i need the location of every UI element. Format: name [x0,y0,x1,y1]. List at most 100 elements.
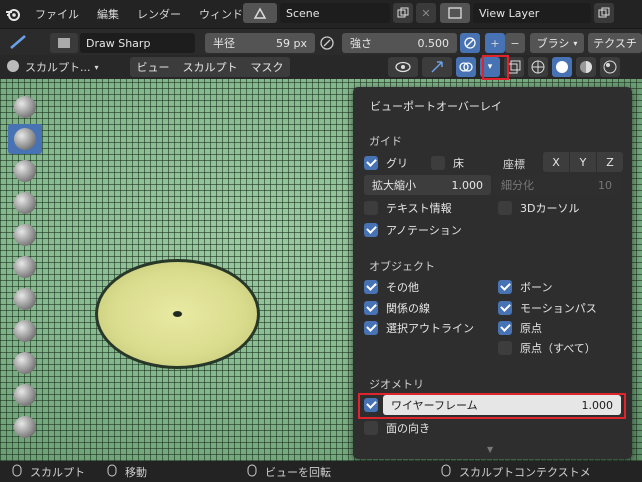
extras-checkbox[interactable]: その他 [364,279,419,295]
subdiv-label: 細分化 [501,179,534,192]
axis-x-toggle[interactable]: X [543,152,569,172]
scene-selector-icon[interactable] [243,3,277,23]
status-context-menu-text: スカルプトコンテクストメ [459,465,591,479]
menu-render[interactable]: レンダー [128,6,190,22]
mouse-left-icon [12,464,22,480]
face-orientation-checkbox[interactable]: 面の向き [364,420,430,436]
axis-z-toggle[interactable]: Z [597,152,623,172]
axis-y-toggle[interactable]: Y [570,152,596,172]
origins-label: 原点 [520,322,542,335]
copy-view-layer-icon[interactable] [594,3,614,23]
annotations-checkbox[interactable]: アノテーション [364,222,462,238]
tool-layer-icon[interactable] [8,220,42,250]
floor-label: 床 [453,157,464,170]
radius-slider[interactable]: 半径 59 px [205,33,315,53]
scene-name-field[interactable]: Scene [280,3,390,23]
gizmo-icon[interactable] [422,57,452,77]
blender-logo-icon[interactable] [0,6,26,22]
outline-selected-checkbox[interactable]: 選択アウトライン [364,320,474,336]
tool-smooth-icon[interactable] [8,348,42,378]
bones-checkbox[interactable]: ボーン [498,279,552,295]
tool-inflate-icon[interactable] [8,252,42,282]
viewport-overlays-popover: ビューポートオーバーレイ ガイド グリ 床 座標 X Y Z 拡大縮小 1.00… [353,87,632,459]
add-mode-button[interactable]: + [485,33,505,53]
strength-label: 強さ [350,37,372,50]
tool-draw-icon[interactable] [8,92,42,122]
material-shading-icon[interactable] [576,57,596,77]
strength-slider[interactable]: 強さ 0.500 [342,33,457,53]
brush-name-field[interactable]: Draw Sharp [80,33,195,53]
mouse-right-icon [247,464,257,480]
brush-preview-icon[interactable] [50,33,78,53]
origins-checkbox[interactable]: 原点 [498,320,542,336]
status-left-text: スカルプト [30,465,85,479]
menu-view[interactable]: ビュー [137,59,170,75]
overlays-toggle-icon[interactable] [456,57,476,77]
subdiv-value: 10 [598,178,612,192]
tool-flatten-icon[interactable] [8,380,42,410]
scroll-down-icon[interactable]: ▼ [487,445,493,454]
strength-value: 0.500 [417,36,450,50]
scale-label: 拡大縮小 [372,179,416,192]
mode-label: スカルプト... [25,61,91,74]
status-move-text: 移動 [125,465,147,479]
xray-icon[interactable] [504,57,524,77]
radius-value: 59 px [276,36,307,50]
subtract-mode-button[interactable]: − [505,33,525,53]
objects-heading: オブジェクト [369,260,435,273]
overlays-dropdown-chevron-icon[interactable]: ▾ [480,57,500,77]
scale-value: 1.000 [451,178,484,192]
relationship-lines-checkbox[interactable]: 関係の線 [364,300,430,316]
wireframe-threshold-field[interactable]: ワイヤーフレーム 1.000 [383,395,621,415]
geometry-heading: ジオメトリ [369,378,424,391]
rendered-shading-icon[interactable] [600,57,620,77]
mouse-middle-icon [107,464,117,480]
menu-sculpt[interactable]: スカルプト [183,59,238,75]
view-layer-icon[interactable] [440,3,470,23]
menu-mask[interactable]: マスク [251,59,284,75]
brush-tool-icon[interactable] [8,33,28,54]
tool-clay-strips-icon[interactable] [8,188,42,218]
menu-edit[interactable]: 編集 [88,6,128,22]
view-layer-field[interactable]: View Layer [473,3,591,23]
tool-blob-icon[interactable] [8,284,42,314]
popover-title: ビューポートオーバーレイ [370,100,502,113]
3d-cursor-label: 3Dカーソル [520,202,580,215]
bones-label: ボーン [520,281,553,294]
model-eye [95,259,260,369]
brush-menu[interactable]: ブラシ ▾ [530,33,584,53]
mode-selector[interactable]: スカルプト... ▾ [6,57,99,77]
grid-subdivisions-field[interactable]: 細分化 10 [493,175,620,195]
extras-label: その他 [386,281,419,294]
motion-paths-label: モーションパス [520,302,597,315]
menu-file[interactable]: ファイル [26,6,88,22]
tool-clay-icon[interactable] [8,156,42,186]
pressure-icon[interactable] [319,35,335,54]
top-menu-bar: ファイル 編集 レンダー ウィンド Scene ✕ View Layer [0,0,642,28]
guides-heading: ガイド [369,135,402,148]
tool-fill-icon[interactable] [8,412,42,442]
motion-paths-checkbox[interactable]: モーションパス [498,300,597,316]
tool-draw-sharp-icon[interactable] [8,124,42,154]
strength-pressure-icon[interactable] [460,33,480,53]
viewport-header: スカルプト... ▾ ビュー スカルプト マスク ▾ [0,55,642,79]
tool-crease-icon[interactable] [8,316,42,346]
floor-checkbox[interactable]: 床 [431,155,464,171]
copy-scene-icon[interactable] [393,3,413,23]
text-info-label: テキスト情報 [386,202,452,215]
solid-shading-icon[interactable] [552,57,572,77]
mouse-icon-right [441,464,451,480]
face-orientation-label: 面の向き [386,422,430,435]
close-scene-icon[interactable]: ✕ [416,3,436,23]
radius-label: 半径 [213,37,235,50]
text-info-checkbox[interactable]: テキスト情報 [364,200,452,216]
visibility-eye-icon[interactable] [388,57,418,77]
3d-cursor-checkbox[interactable]: 3Dカーソル [498,200,579,216]
grid-scale-field[interactable]: 拡大縮小 1.000 [364,175,491,195]
tool-shelf [8,92,44,444]
chevron-down-icon: ▾ [94,62,99,72]
origins-all-checkbox[interactable]: 原点（すべて） [498,340,596,356]
wireframe-shading-icon[interactable] [528,57,548,77]
texture-menu[interactable]: テクスチ [588,33,642,53]
grid-checkbox[interactable]: グリ [364,155,408,171]
